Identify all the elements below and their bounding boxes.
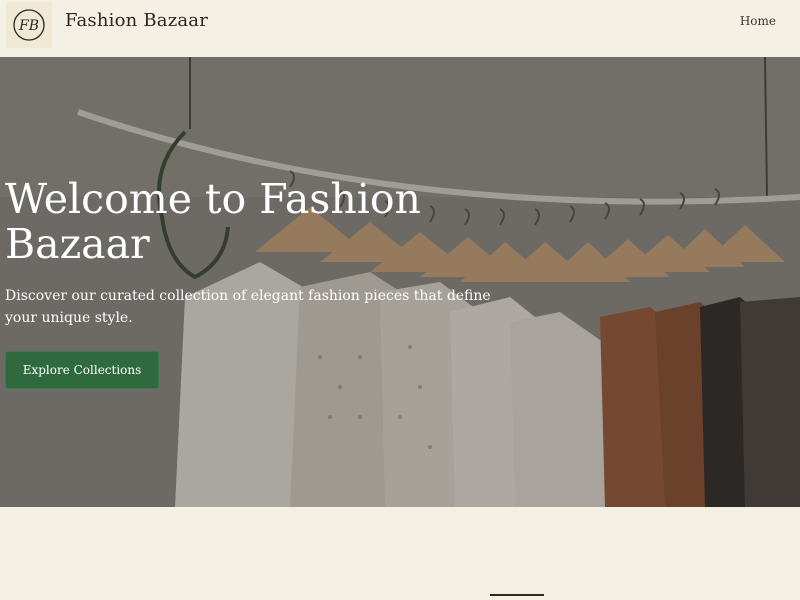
nav-home-link[interactable]: Home [740,14,776,28]
section-divider [490,594,544,596]
fb-monogram-icon: FB [13,9,45,41]
hero-subtitle: Discover our curated collection of elega… [5,288,491,326]
site-header: FB Fashion Bazaar Home [0,0,800,58]
brand-name: Fashion Bazaar [65,10,209,31]
svg-text:FB: FB [18,18,39,34]
explore-collections-button[interactable]: Explore Collections [5,351,159,389]
logo[interactable]: FB [6,2,52,48]
hero-title: Welcome to Fashion Bazaar [5,175,421,268]
hero-section: Welcome to Fashion Bazaar Discover our c… [0,57,800,507]
page: FB Fashion Bazaar Home Welcome to Fashio… [0,0,800,600]
hero-overlay [0,57,800,507]
